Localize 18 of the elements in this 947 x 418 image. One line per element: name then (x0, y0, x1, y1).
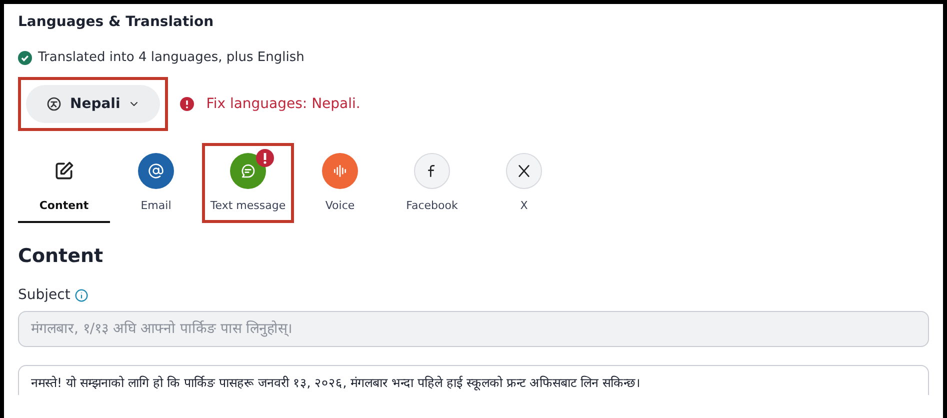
content-heading: Content (18, 245, 104, 267)
message-field[interactable]: नमस्ते! यो सम्झनाको लागि हो कि पार्किङ पासहरू जनवरी १३, २०२६, मंगलबार भन्दा पहिले हाई स्कूलको फ्रन्ट अफिसबाट लिन सकिन्छ। (18, 365, 929, 395)
x-logo-icon (506, 152, 542, 188)
info-icon (75, 288, 88, 302)
email-icon (138, 152, 174, 188)
sound-wave-icon (322, 152, 358, 188)
error-icon (180, 97, 194, 111)
status-text: Translated into 4 languages, plus English (38, 50, 304, 65)
facebook-icon (414, 152, 450, 188)
subject-field[interactable]: मंगलबार, १/१३ अघि आफ्नो पार्किङ पास लिनुहोस्। (18, 311, 929, 347)
section-title: Languages & Translation (18, 14, 215, 30)
edit-icon (53, 160, 75, 182)
translate-icon (46, 96, 62, 112)
channel-tab[interactable]: Text message (202, 143, 294, 223)
subject-label: Subject (18, 287, 70, 303)
chat-icon (230, 152, 266, 188)
language-dropdown[interactable]: Nepali (26, 85, 160, 123)
error-message: Fix languages: Nepali. (206, 96, 360, 112)
